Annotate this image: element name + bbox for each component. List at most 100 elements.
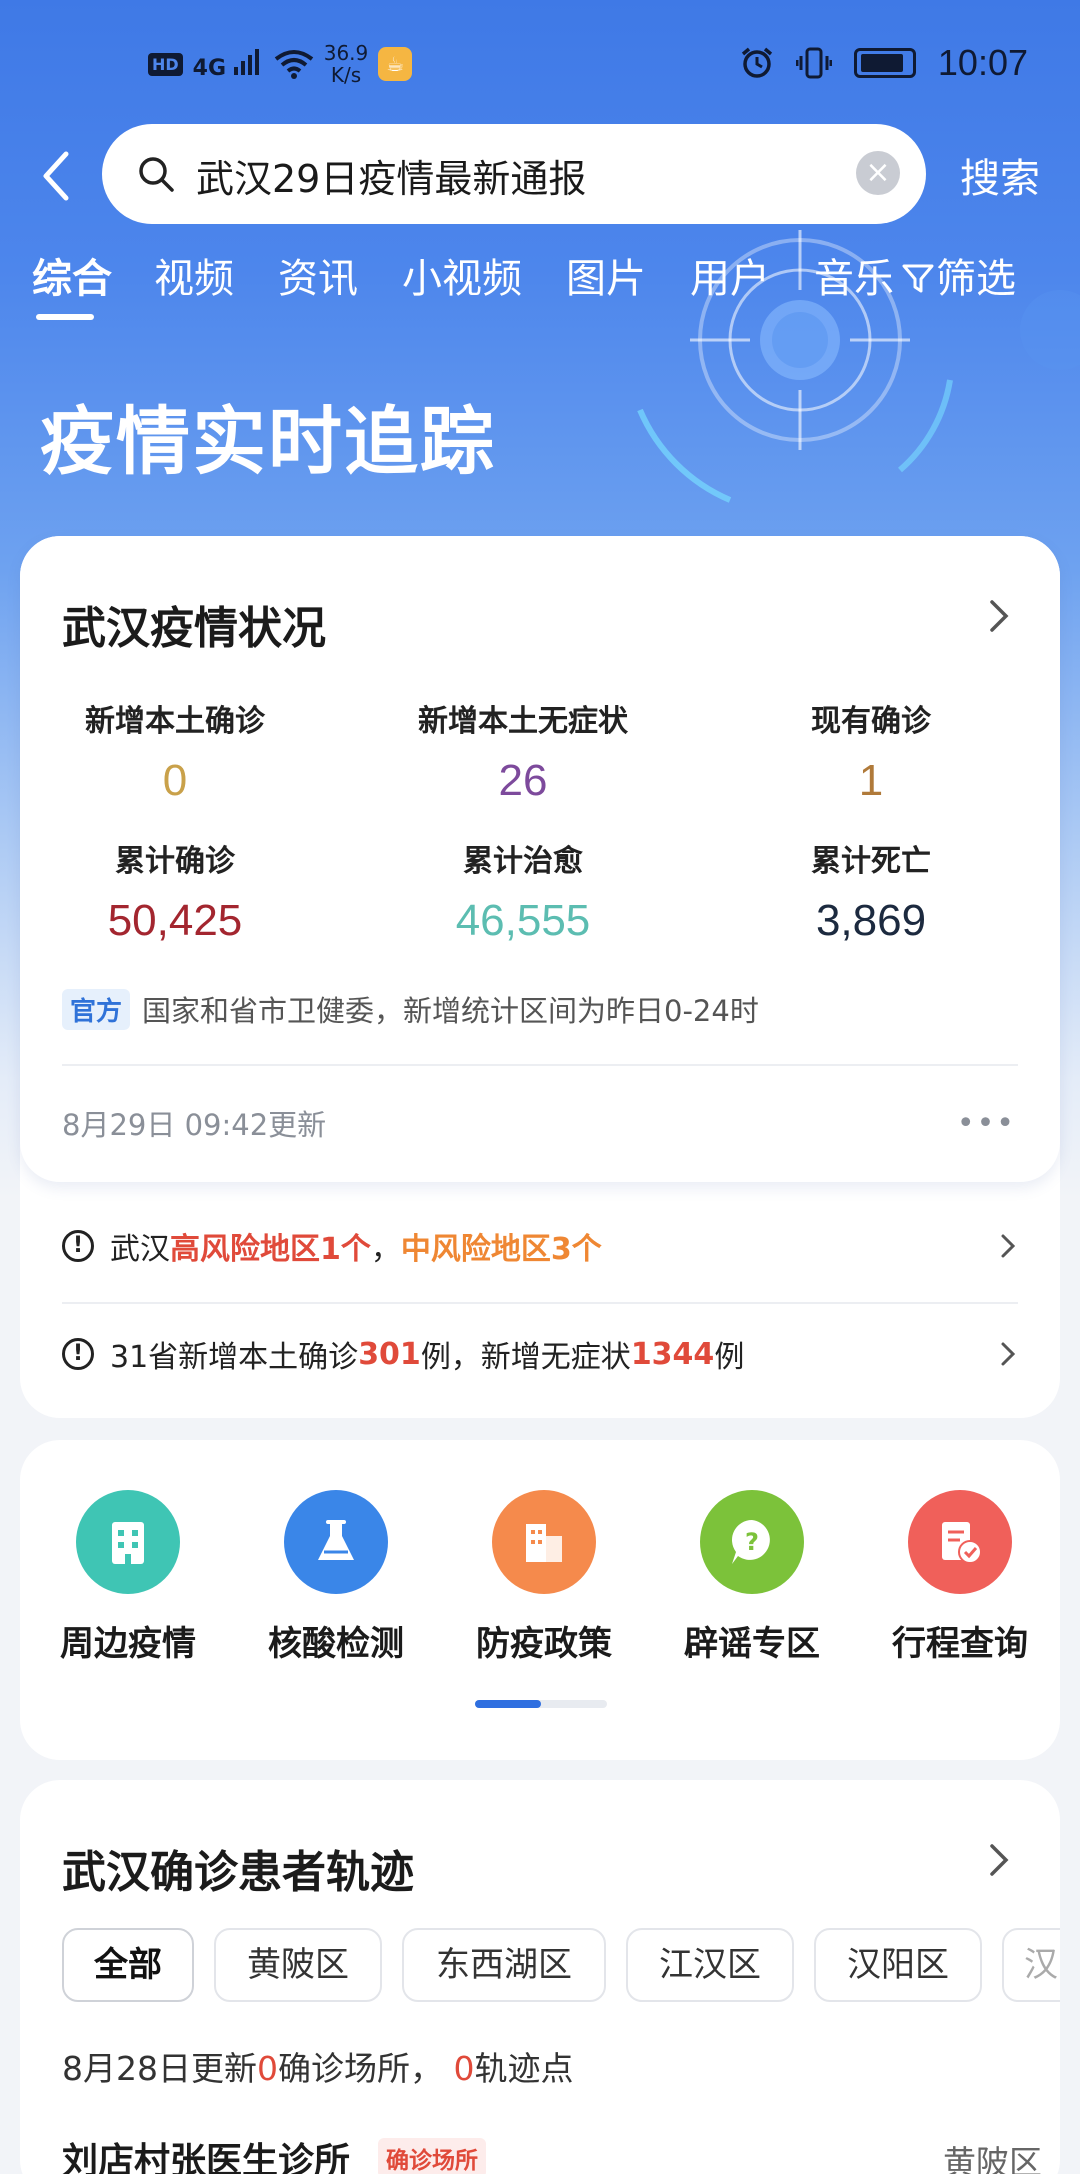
status-bar: HD 4G 36.9 K/s ☕ 10:07: [0, 0, 1080, 130]
stat-label: 累计治愈: [463, 844, 583, 879]
national-text: 例，新增无症状: [420, 1340, 631, 1375]
chevron-right-icon[interactable]: [984, 1840, 1014, 1880]
national-text: 例: [714, 1340, 745, 1375]
status-card-title: 武汉疫情状况: [62, 603, 326, 654]
chip-partial[interactable]: 汉: [1002, 1928, 1060, 2002]
alarm-icon: [741, 47, 773, 78]
service-label: 防疫政策: [476, 1624, 612, 1664]
battery-icon: [853, 48, 916, 78]
stat-value: 26: [498, 756, 548, 805]
itinerary-icon: [908, 1490, 1012, 1594]
search-row: 武汉29日疫情最新通报 × 搜索: [0, 122, 1080, 228]
page-indicator-active: [475, 1700, 541, 1708]
stat-new-local-confirmed: 新增本土确诊 0: [10, 696, 340, 806]
stat-total-deaths: 累计死亡 3,869: [706, 836, 1036, 946]
stat-value: 1: [858, 756, 884, 805]
high-risk-count: 高风险地区1个: [170, 1232, 371, 1267]
place-name: 刘店村张医生诊所: [62, 2141, 351, 2174]
chip-jianghan[interactable]: 江汉区: [626, 1928, 794, 2002]
speed-value: 36.9: [323, 41, 369, 65]
question-bubble-icon: ?: [700, 1490, 804, 1594]
stat-value: 46,555: [455, 896, 591, 945]
place-district: 黄陂区: [943, 2143, 1042, 2174]
search-input[interactable]: 武汉29日疫情最新通报 ×: [102, 124, 926, 224]
chip-all[interactable]: 全部: [62, 1928, 194, 2002]
district-filter-chips: 全部 黄陂区 东西湖区 江汉区 汉阳区 汉: [62, 1928, 1060, 2004]
list-item[interactable]: 刘店村张医生诊所 确诊场所 黄陂区: [62, 2132, 1042, 2174]
service-itinerary-query[interactable]: 行程查询: [856, 1490, 1064, 1665]
svg-text:?: ?: [745, 1528, 759, 1556]
network-speed: 36.9 K/s: [324, 42, 369, 86]
status-summary[interactable]: 武汉疫情状况 新增本土确诊 0 新增本土无症状 26 现有确诊 1 累计确诊 5…: [20, 536, 1060, 1182]
service-label: 核酸检测: [268, 1624, 404, 1664]
trajectory-summary: 8月28日更新0确诊场所， 0轨迹点: [62, 2042, 574, 2090]
stat-value: 0: [162, 756, 188, 805]
tab-video[interactable]: 视频: [154, 246, 234, 304]
risk-area-alert[interactable]: ! 武汉 高风险地区1个，中风险地区3个: [62, 1216, 1018, 1276]
back-icon[interactable]: [36, 148, 76, 204]
divider: [62, 1064, 1018, 1066]
search-query: 武汉29日疫情最新通报: [196, 157, 587, 201]
alert-separator: ，: [370, 1232, 401, 1267]
active-tab-indicator: [36, 314, 94, 320]
chip-dongxihu[interactable]: 东西湖区: [402, 1928, 606, 2002]
clear-icon[interactable]: ×: [856, 151, 900, 195]
service-nearby-epidemic[interactable]: 周边疫情: [24, 1490, 232, 1665]
search-button[interactable]: 搜索: [960, 146, 1040, 204]
stat-value: 3,869: [815, 896, 927, 945]
stat-value: 50,425: [107, 896, 243, 945]
place-tag: 确诊场所: [378, 2138, 486, 2174]
hero-title: 疫情实时追踪: [40, 399, 496, 485]
divider: [62, 1302, 1018, 1304]
tab-short-video[interactable]: 小视频: [402, 246, 522, 304]
cup-icon: ☕: [378, 47, 413, 81]
national-text: 31省新增本土确诊: [110, 1340, 359, 1375]
exclamation-icon: !: [62, 1230, 94, 1262]
points-count: 0: [453, 2049, 475, 2088]
sites-label: 确诊场所，: [278, 2049, 443, 2088]
chip-huangpi[interactable]: 黄陂区: [214, 1928, 382, 2002]
sites-count: 0: [257, 2049, 278, 2088]
hd-badge: HD: [148, 52, 183, 76]
alert-city: 武汉: [110, 1232, 170, 1267]
stat-total-cured: 累计治愈 46,555: [358, 836, 688, 946]
service-shortcuts-card: 周边疫情 核酸检测 防疫政策 ? 辟谣专区 行程查询: [20, 1440, 1060, 1760]
mid-risk-count: 中风险地区3个: [400, 1232, 602, 1267]
points-label: 轨迹点: [474, 2049, 574, 2088]
office-icon: [492, 1490, 596, 1594]
wifi-icon: [274, 50, 313, 79]
service-rumor-debunk[interactable]: ? 辟谣专区: [648, 1490, 856, 1665]
stat-label: 累计死亡: [811, 844, 931, 879]
flask-icon: [284, 1490, 388, 1594]
update-time: 8月29日 09:42更新: [62, 1108, 327, 1142]
virus-target-illustration: [637, 230, 1080, 503]
new-confirmed-count: 301: [358, 1336, 421, 1372]
chevron-right-icon: [1001, 1342, 1016, 1366]
national-cases-alert[interactable]: ! 31省新增本土确诊 301 例，新增无症状 1344 例: [62, 1324, 1018, 1384]
tab-all[interactable]: 综合: [32, 246, 112, 304]
tab-news[interactable]: 资讯: [278, 246, 358, 304]
service-nucleic-test[interactable]: 核酸检测: [232, 1490, 440, 1665]
vibrate-icon: [795, 47, 832, 79]
stat-total-confirmed: 累计确诊 50,425: [10, 836, 340, 946]
official-tag: 官方: [62, 988, 131, 1030]
chevron-right-icon: [1001, 1234, 1016, 1258]
search-icon: [139, 157, 174, 192]
service-prevention-policy[interactable]: 防疫政策: [440, 1490, 648, 1665]
building-icon: [76, 1490, 180, 1594]
epidemic-status-card: 武汉疫情状况 新增本土确诊 0 新增本土无症状 26 现有确诊 1 累计确诊 5…: [20, 536, 1060, 1418]
speed-unit: K/s: [330, 63, 362, 87]
patient-trajectory-card: 武汉确诊患者轨迹 全部 黄陂区 东西湖区 江汉区 汉阳区 汉 8月28日更新0确…: [20, 1780, 1060, 2174]
chevron-right-icon[interactable]: [984, 596, 1014, 636]
stat-label: 新增本土确诊: [85, 704, 265, 739]
network-type: 4G: [192, 56, 227, 81]
chip-hanyang[interactable]: 汉阳区: [814, 1928, 982, 2002]
more-icon[interactable]: •••: [957, 1106, 1016, 1141]
service-label: 周边疫情: [60, 1624, 196, 1664]
signal-icon: 4G: [193, 47, 264, 81]
stat-label: 新增本土无症状: [418, 704, 628, 739]
official-source: 官方 国家和省市卫健委，新增统计区间为昨日0-24时: [62, 988, 759, 1030]
summary-date: 8月28日更新: [62, 2049, 257, 2088]
stat-label: 累计确诊: [115, 844, 235, 879]
stat-new-local-asymptomatic: 新增本土无症状 26: [358, 696, 688, 806]
